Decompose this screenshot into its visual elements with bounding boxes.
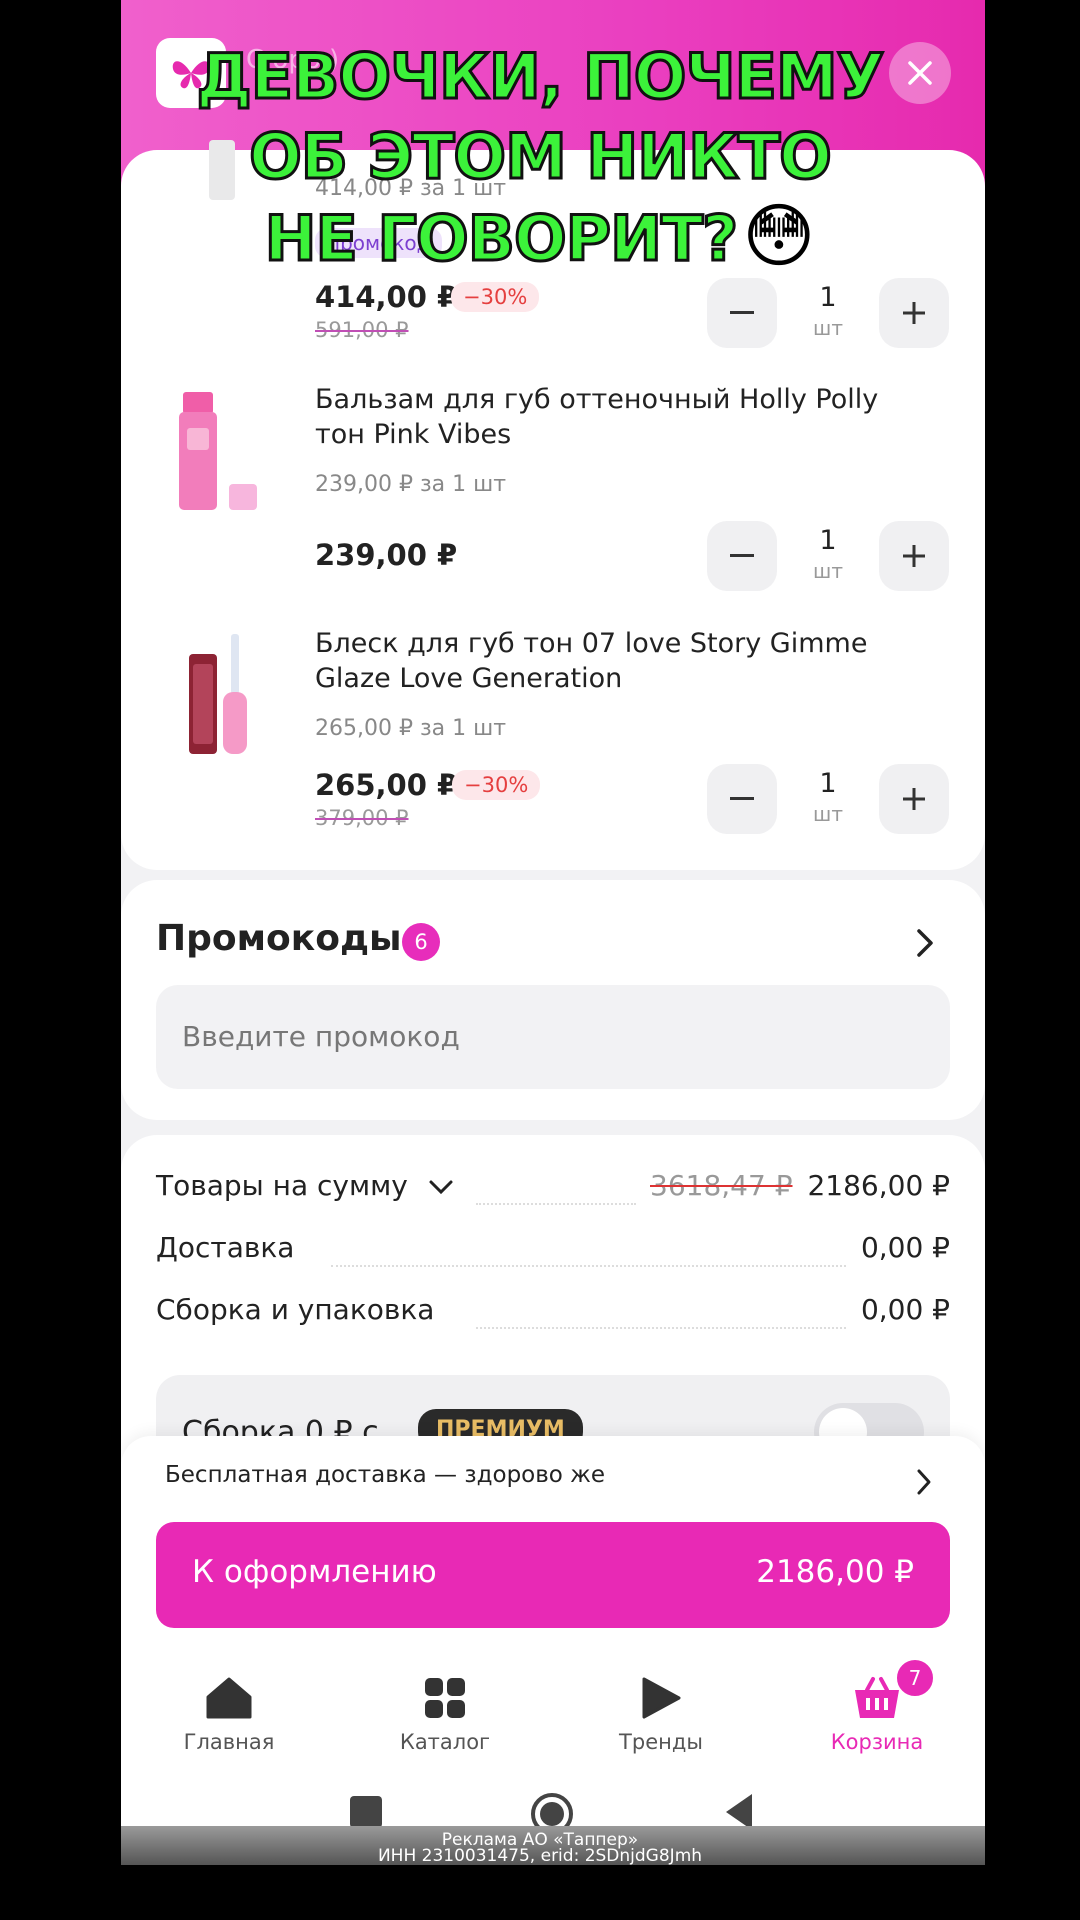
item-price: 265,00 ₽ [315,768,458,802]
quantity-unit: шт [813,316,843,340]
decrease-button[interactable] [707,764,777,834]
delivery-value: 0,00 ₽ [860,1231,950,1264]
promo-count-badge: 6 [402,923,440,961]
delivery-row: Доставка 0,00 ₽ [156,1231,950,1275]
basket-icon [855,1677,899,1718]
quantity-stepper: 1 шт [707,278,949,348]
overlay-caption-line1: ДЕВОЧКИ, ПОЧЕМУ [195,39,886,115]
unit-price: 265,00 ₽ за 1 шт [315,716,507,741]
overlay-caption-line3-wrap: НЕ ГОВОРИТ? 😳 [0,195,1080,277]
goods-total-row[interactable]: Товары на сумму 3618,47 ₽ 2186,00 ₽ [156,1169,950,1213]
bottom-panel: Бесплатная доставка — здорово же К оформ… [121,1436,985,1865]
packing-value: 0,00 ₽ [860,1293,950,1326]
checkout-total: 2186,00 ₽ [756,1554,914,1590]
nav-home-label: Главная [183,1730,275,1754]
promo-card: Промокоды 6 Введите промокод [121,880,985,1120]
minus-icon [730,797,754,800]
quantity-stepper: 1 шт [707,764,949,834]
checkout-button[interactable]: К оформлению 2186,00 ₽ [156,1522,950,1628]
quantity-value: 1 [819,282,837,313]
old-price: 591,00 ₽ [315,318,409,342]
minus-icon [730,311,754,314]
app-screen: С оро ) 414,00 ₽ за 1 шт промокод 414,00… [121,0,985,1865]
play-icon [642,1677,681,1719]
checkout-label: К оформлению [192,1554,437,1590]
lip-balm-image [179,392,257,510]
plus-icon [903,302,925,324]
increase-button[interactable] [879,764,949,834]
increase-button[interactable] [879,278,949,348]
chevron-right-icon[interactable] [915,1468,933,1496]
chevron-right-icon[interactable] [915,928,935,958]
promo-input[interactable]: Введите промокод [156,985,950,1089]
item-price: 239,00 ₽ [315,538,458,572]
product-name[interactable]: Бальзам для губ оттеночный Holly Polly т… [315,382,915,452]
lip-gloss-image [189,634,247,754]
plus-icon [903,788,925,810]
packing-label: Сборка и упаковка [156,1293,435,1326]
minus-icon [730,554,754,557]
goods-total-value: 2186,00 ₽ [807,1169,950,1202]
plus-icon [903,545,925,567]
item-price: 414,00 ₽ [315,280,458,314]
discount-badge: −30% [452,770,541,800]
flushed-emoji: 😳 [742,195,816,277]
delivery-label: Доставка [156,1231,295,1264]
goods-total-label: Товары на сумму [156,1169,408,1202]
packing-row: Сборка и упаковка 0,00 ₽ [156,1293,950,1337]
quantity-stepper: 1 шт [707,521,949,591]
discount-badge: −30% [451,282,540,312]
overlay-caption-line2: ОБ ЭТОМ НИКТО [248,119,834,195]
free-delivery-link[interactable]: Бесплатная доставка — здорово же [165,1462,605,1488]
catalog-icon [425,1678,465,1718]
product-image[interactable] [159,630,279,760]
promo-title[interactable]: Промокоды [156,918,402,959]
goods-old-total: 3618,47 ₽ [650,1169,793,1202]
nav-cart[interactable]: 7 Корзина [797,1658,957,1754]
square-icon [350,1796,382,1828]
nav-cart-label: Корзина [830,1730,924,1754]
quantity-value: 1 [819,525,837,556]
decrease-button[interactable] [707,278,777,348]
chevron-down-icon[interactable] [428,1179,454,1195]
unit-price: 239,00 ₽ за 1 шт [315,472,507,497]
decrease-button[interactable] [707,521,777,591]
quantity-unit: шт [813,802,843,826]
quantity-value: 1 [819,768,837,799]
nav-catalog[interactable]: Каталог [365,1672,525,1754]
increase-button[interactable] [879,521,949,591]
old-price: 379,00 ₽ [315,806,409,830]
quantity-unit: шт [813,559,843,583]
ad-disclaimer-line2: ИНН 2310031475, erid: 2SDnjdG8Jmh [377,1846,703,1866]
nav-trends[interactable]: Тренды [581,1672,741,1754]
nav-home[interactable]: Главная [149,1672,309,1754]
cart-count-badge: 7 [895,1658,935,1698]
product-name[interactable]: Блеск для губ тон 07 love Story Gimme Gl… [315,626,915,696]
nav-trends-label: Тренды [619,1730,703,1754]
overlay-caption-line3: НЕ ГОВОРИТ? [263,201,740,277]
product-image[interactable] [159,388,279,518]
nav-catalog-label: Каталог [399,1730,491,1754]
home-icon [206,1677,252,1719]
